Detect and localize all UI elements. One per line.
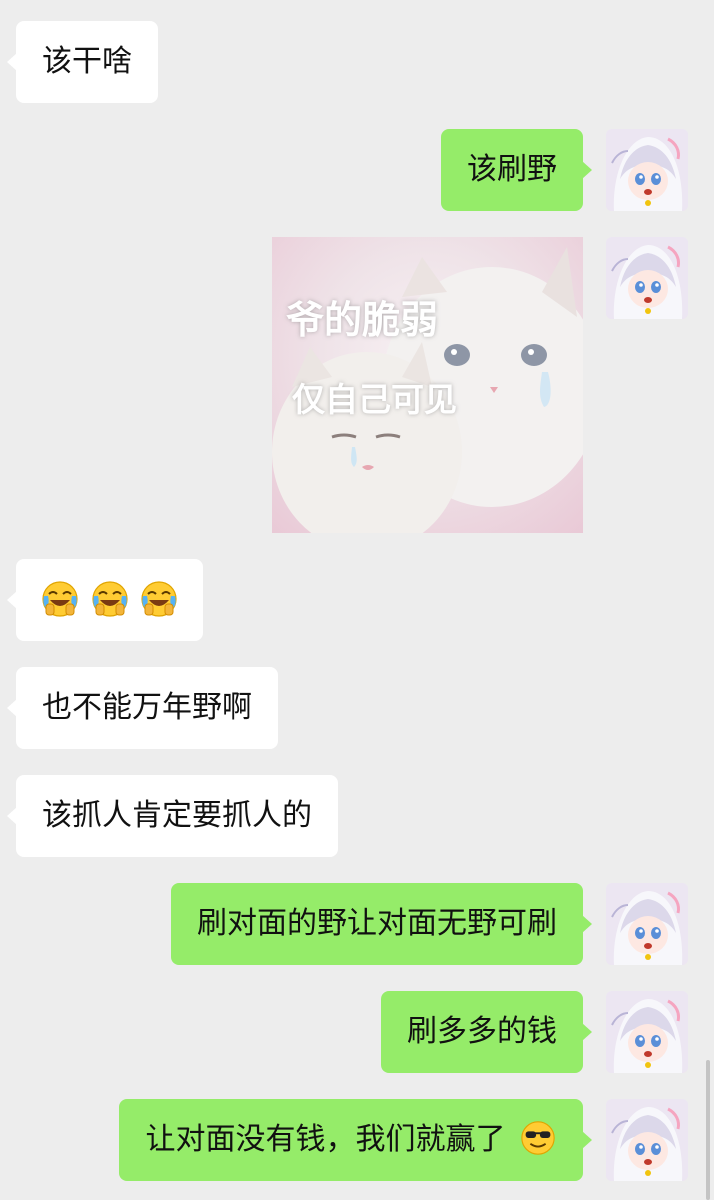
message-text: 刷多多的钱: [407, 1014, 557, 1049]
sticker-image[interactable]: 爷的脆弱 仅自己可见: [272, 237, 583, 533]
avatar[interactable]: [606, 883, 688, 965]
avatar[interactable]: [606, 237, 688, 319]
anime-avatar-icon: [606, 991, 688, 1073]
incoming-message-bubble[interactable]: [6, 559, 204, 641]
sticker-caption-top: 爷的脆弱: [286, 298, 439, 342]
face-with-tears-of-joy-icon: [90, 578, 130, 618]
message-text: 该刷野: [467, 152, 557, 187]
face-with-tears-of-joy-icon: [40, 578, 80, 618]
message-text: 刷对面的野让对面无野可刷: [197, 906, 557, 941]
anime-avatar-icon: [606, 883, 688, 965]
message-text: 该干啥: [42, 44, 132, 79]
avatar[interactable]: [606, 991, 688, 1073]
scrollbar[interactable]: [706, 1060, 710, 1200]
smiling-face-with-sunglasses-icon: [519, 1119, 557, 1157]
incoming-message-bubble[interactable]: 该干啥: [7, 21, 158, 103]
outgoing-message-bubble[interactable]: 刷多多的钱: [381, 991, 592, 1073]
outgoing-message-bubble[interactable]: 刷对面的野让对面无野可刷: [171, 883, 592, 965]
message-text: 让对面没有钱，我们就赢了: [145, 1122, 506, 1157]
anime-avatar-icon: [606, 237, 688, 319]
incoming-message-bubble[interactable]: 也不能万年野啊: [7, 667, 278, 749]
incoming-message-bubble[interactable]: 该抓人肯定要抓人的: [7, 775, 338, 857]
sticker-caption-bottom: 仅自己可见: [292, 380, 457, 419]
avatar[interactable]: [606, 129, 688, 211]
avatar[interactable]: [606, 1099, 688, 1181]
message-text: 该抓人肯定要抓人的: [42, 798, 312, 833]
outgoing-message-bubble[interactable]: 该刷野: [441, 129, 592, 211]
anime-avatar-icon: [606, 1099, 688, 1181]
anime-avatar-icon: [606, 129, 688, 211]
message-text: 也不能万年野啊: [42, 690, 252, 725]
face-with-tears-of-joy-icon: [139, 578, 179, 618]
outgoing-message-bubble[interactable]: 让对面没有钱，我们就赢了: [119, 1099, 592, 1181]
